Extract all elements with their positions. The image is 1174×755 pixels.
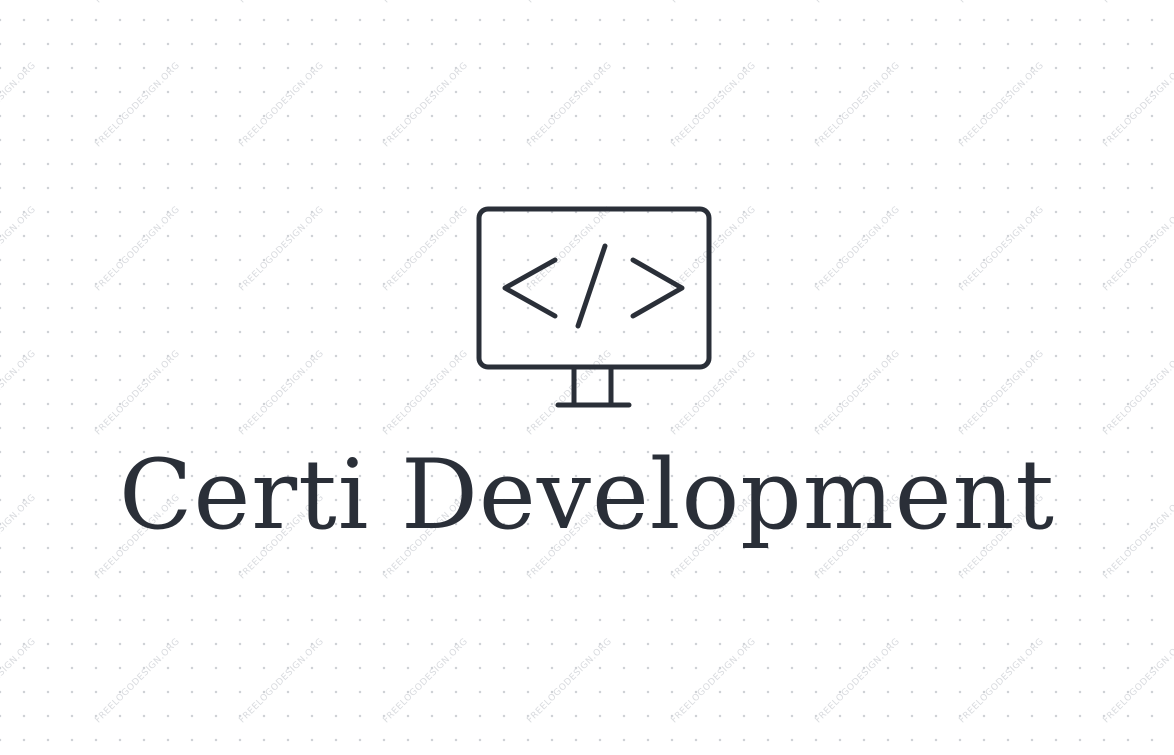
watermark-text: FREELOGODESIGN.ORG	[1101, 636, 1174, 726]
monitor-screen	[476, 206, 712, 370]
watermark-text: FREELOGODESIGN.ORG	[813, 348, 903, 438]
watermark-text: FREELOGODESIGN.ORG	[813, 204, 903, 294]
watermark-text: FREELOGODESIGN.ORG	[0, 60, 39, 150]
watermark-text: FREELOGODESIGN.ORG	[525, 636, 615, 726]
watermark-text: FREELOGODESIGN.ORG	[957, 204, 1047, 294]
monitor-code-icon	[476, 206, 712, 408]
watermark-text: FREELOGODESIGN.ORG	[957, 636, 1047, 726]
watermark-text: FREELOGODESIGN.ORG	[381, 204, 471, 294]
watermark-text: FREELOGODESIGN.ORG	[813, 636, 903, 726]
watermark-text: FREELOGODESIGN.ORG	[0, 636, 39, 726]
watermark-text: FREELOGODESIGN.ORG	[957, 0, 1046, 5]
watermark-text: FREELOGODESIGN.ORG	[525, 60, 615, 150]
watermark-text: FREELOGODESIGN.ORG	[1101, 60, 1174, 150]
watermark-text: FREELOGODESIGN.ORG	[93, 636, 183, 726]
watermark-text: FREELOGODESIGN.ORG	[381, 0, 470, 5]
brand-name: Certi Development	[119, 439, 1055, 551]
watermark-text: FREELOGODESIGN.ORG	[237, 0, 326, 5]
watermark-text: FREELOGODESIGN.ORG	[0, 348, 39, 438]
greater-than-chevron	[630, 257, 685, 319]
watermark-text: FREELOGODESIGN.ORG	[381, 348, 471, 438]
watermark-text: FREELOGODESIGN.ORG	[525, 0, 614, 5]
watermark-text: FREELOGODESIGN.ORG	[1101, 0, 1174, 5]
logo-canvas: FREELOGODESIGN.ORG FREELOGODESIGN.ORG FREE…	[0, 0, 1174, 755]
watermark-text: FREELOGODESIGN.ORG	[957, 60, 1047, 150]
watermark-text: FREELOGODESIGN.ORG	[1101, 348, 1174, 438]
watermark-text: FREELOGODESIGN.ORG	[93, 60, 183, 150]
watermark-text: FREELOGODESIGN.ORG	[669, 60, 759, 150]
forward-slash	[575, 243, 608, 329]
watermark-text: FREELOGODESIGN.ORG	[237, 348, 327, 438]
watermark-text: FREELOGODESIGN.ORG	[381, 636, 471, 726]
watermark-text: FREELOGODESIGN.ORG	[957, 348, 1047, 438]
watermark-text: FREELOGODESIGN.ORG	[93, 348, 183, 438]
watermark-text: FREELOGODESIGN.ORG	[237, 60, 327, 150]
watermark-text: FREELOGODESIGN.ORG	[669, 0, 758, 5]
less-than-chevron	[502, 257, 558, 319]
watermark-text: FREELOGODESIGN.ORG	[93, 0, 182, 5]
watermark-text: FREELOGODESIGN.ORG	[669, 636, 759, 726]
watermark-text: FREELOGODESIGN.ORG	[0, 204, 39, 294]
watermark-text: FREELOGODESIGN.ORG	[0, 0, 38, 5]
watermark-text: FREELOGODESIGN.ORG	[237, 636, 327, 726]
watermark-text: FREELOGODESIGN.ORG	[381, 60, 471, 150]
watermark-text: FREELOGODESIGN.ORG	[813, 60, 903, 150]
watermark-text: FREELOGODESIGN.ORG	[813, 0, 902, 5]
watermark-text: FREELOGODESIGN.ORG	[1101, 204, 1174, 294]
watermark-text: FREELOGODESIGN.ORG	[237, 204, 327, 294]
watermark-text: FREELOGODESIGN.ORG	[93, 204, 183, 294]
